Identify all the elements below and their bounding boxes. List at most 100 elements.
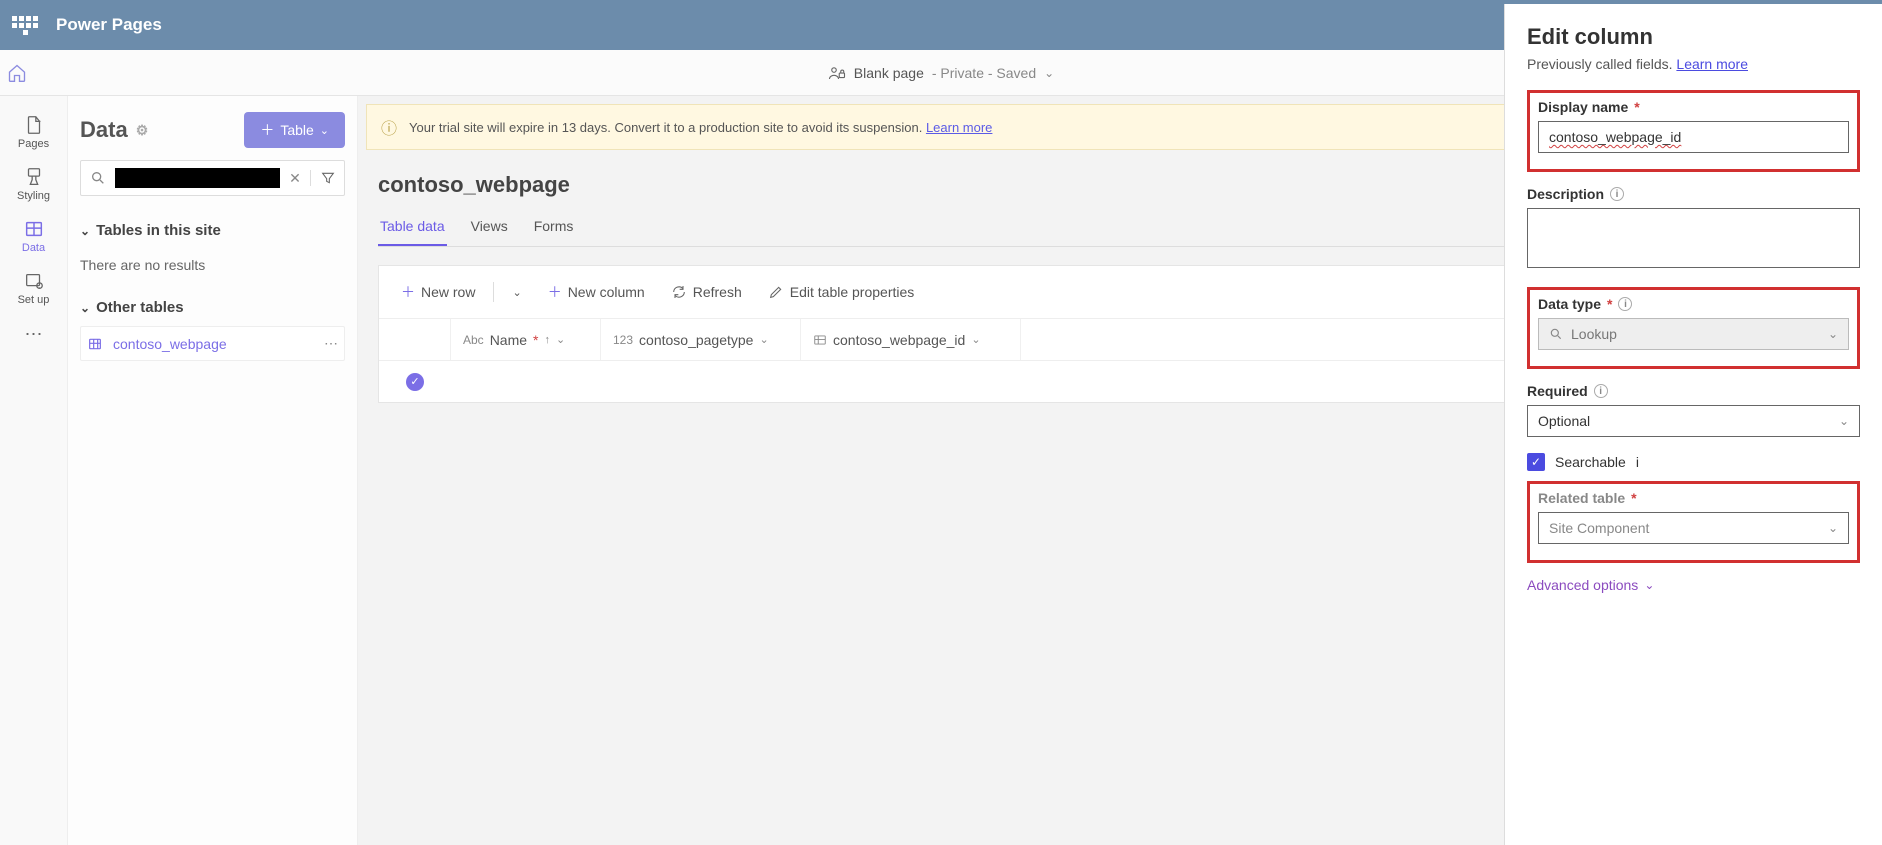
- data-type-select: Lookup ⌄: [1538, 318, 1849, 350]
- learn-more-link[interactable]: Learn more: [1676, 56, 1748, 72]
- required-asterisk: *: [1607, 296, 1612, 312]
- required-asterisk: *: [1631, 490, 1636, 506]
- button-label: Table: [280, 122, 313, 138]
- column-webpage-id[interactable]: contoso_webpage_id ⌄: [801, 319, 1021, 360]
- required-asterisk: *: [1634, 99, 1639, 115]
- lookup-type-icon: [813, 333, 827, 347]
- chevron-down-icon: ⌄: [80, 301, 90, 315]
- sort-up-icon: ↑: [545, 334, 551, 346]
- field-label: Required: [1527, 383, 1588, 399]
- rail-item-styling[interactable]: Styling: [0, 158, 67, 210]
- chevron-down-icon: ⌄: [80, 224, 90, 238]
- checkbox-checked-icon[interactable]: ✓: [1527, 453, 1545, 471]
- field-label: Display name: [1538, 99, 1628, 115]
- searchable-row[interactable]: ✓ Searchable i: [1527, 453, 1860, 471]
- required-asterisk: *: [533, 332, 538, 348]
- banner-learn-more-link[interactable]: Learn more: [926, 120, 992, 135]
- plus-icon: ＋: [548, 282, 562, 302]
- advanced-label: Advanced options: [1527, 577, 1638, 593]
- panel-subtitle: Previously called fields. Learn more: [1527, 56, 1860, 72]
- select-value: Optional: [1538, 413, 1590, 429]
- input-value: contoso_webpage_id: [1549, 129, 1681, 145]
- rail-label: Pages: [18, 138, 49, 150]
- column-label: Name: [490, 332, 527, 348]
- related-table-select[interactable]: Site Component ⌄: [1538, 512, 1849, 544]
- empty-results-text: There are no results: [80, 249, 345, 289]
- refresh-button[interactable]: Refresh: [661, 278, 752, 306]
- tab-views[interactable]: Views: [469, 208, 510, 246]
- plus-icon: ＋: [401, 282, 415, 302]
- search-icon: [81, 170, 115, 186]
- gear-icon[interactable]: ⚙: [136, 122, 149, 139]
- app-launcher-icon[interactable]: [12, 12, 38, 38]
- required-select[interactable]: Optional ⌄: [1527, 405, 1860, 437]
- panel-title: Edit column: [1527, 24, 1860, 50]
- group-other-tables[interactable]: ⌄ Other tables: [80, 289, 345, 326]
- search-input[interactable]: [115, 168, 280, 188]
- display-name-input[interactable]: contoso_webpage_id: [1538, 121, 1849, 153]
- rail-item-pages[interactable]: Pages: [0, 106, 67, 158]
- plus-icon: ＋: [260, 120, 274, 140]
- advanced-options-toggle[interactable]: Advanced options ⌄: [1527, 577, 1860, 593]
- new-table-button[interactable]: ＋ Table ⌄: [244, 112, 345, 148]
- select-value: Site Component: [1549, 520, 1649, 536]
- number-type-icon: 123: [613, 333, 633, 347]
- column-name[interactable]: Abc Name * ↑ ⌄: [451, 319, 601, 360]
- check-icon: ✓: [406, 373, 424, 391]
- new-row-button[interactable]: ＋ New row: [391, 276, 485, 308]
- column-pagetype[interactable]: 123 contoso_pagetype ⌄: [601, 319, 801, 360]
- rail-label: Data: [22, 242, 45, 254]
- chevron-down-icon: ⌄: [1828, 521, 1838, 535]
- highlight-display-name: Display name * contoso_webpage_id: [1527, 90, 1860, 172]
- table-name: contoso_webpage: [113, 336, 227, 352]
- select-value: Lookup: [1571, 326, 1617, 342]
- row-check[interactable]: ✓: [379, 373, 451, 391]
- chevron-down-icon: ⌄: [1828, 327, 1838, 341]
- filter-icon[interactable]: [310, 170, 344, 186]
- clear-icon[interactable]: ✕: [280, 170, 310, 187]
- new-column-button[interactable]: ＋ New column: [538, 276, 655, 308]
- edit-properties-button[interactable]: Edit table properties: [758, 278, 925, 306]
- info-icon[interactable]: i: [1636, 454, 1639, 470]
- chevron-down-icon: ⌄: [1044, 66, 1054, 80]
- table-row[interactable]: contoso_webpage ⋯: [80, 326, 345, 361]
- chevron-down-icon: ⌄: [1839, 414, 1849, 428]
- panel-title: Data: [80, 117, 128, 143]
- page-name: Blank page: [854, 65, 924, 81]
- brand-title: Power Pages: [56, 15, 162, 35]
- column-label: contoso_pagetype: [639, 332, 753, 348]
- highlight-data-type: Data type * i Lookup ⌄: [1527, 287, 1860, 369]
- row-more-icon[interactable]: ⋯: [324, 335, 338, 352]
- field-label: Related table: [1538, 490, 1625, 506]
- rail-item-setup[interactable]: Set up: [0, 262, 67, 314]
- info-icon[interactable]: i: [1618, 297, 1632, 311]
- rail-item-data[interactable]: Data: [0, 210, 67, 262]
- column-select[interactable]: [379, 319, 451, 360]
- new-row-chevron[interactable]: ⌄: [502, 280, 531, 305]
- chevron-down-icon: ⌄: [759, 333, 768, 346]
- group-tables-in-site[interactable]: ⌄ Tables in this site: [80, 212, 345, 249]
- column-label: contoso_webpage_id: [833, 332, 965, 348]
- setup-icon: [0, 270, 67, 292]
- button-label: Refresh: [693, 284, 742, 300]
- button-label: Edit table properties: [790, 284, 915, 300]
- search-box[interactable]: ✕: [80, 160, 345, 196]
- pencil-icon: [768, 284, 784, 300]
- info-icon[interactable]: i: [1594, 384, 1608, 398]
- rail-label: Styling: [17, 190, 50, 202]
- rail-more-icon[interactable]: ⋯: [25, 314, 43, 355]
- subtitle-text: Previously called fields.: [1527, 56, 1676, 72]
- field-label: Description: [1527, 186, 1604, 202]
- search-icon: [1549, 327, 1563, 341]
- table-icon: [0, 218, 67, 240]
- highlight-related-table: Related table * Site Component ⌄: [1527, 481, 1860, 563]
- info-icon: ⓘ: [381, 115, 397, 139]
- info-icon[interactable]: i: [1610, 187, 1624, 201]
- tab-forms[interactable]: Forms: [532, 208, 576, 246]
- chevron-down-icon: ⌄: [1644, 578, 1654, 592]
- description-input[interactable]: [1527, 208, 1860, 268]
- home-icon[interactable]: [0, 63, 34, 83]
- checkbox-label: Searchable: [1555, 454, 1626, 470]
- tab-table-data[interactable]: Table data: [378, 208, 447, 246]
- group-label: Tables in this site: [96, 222, 221, 239]
